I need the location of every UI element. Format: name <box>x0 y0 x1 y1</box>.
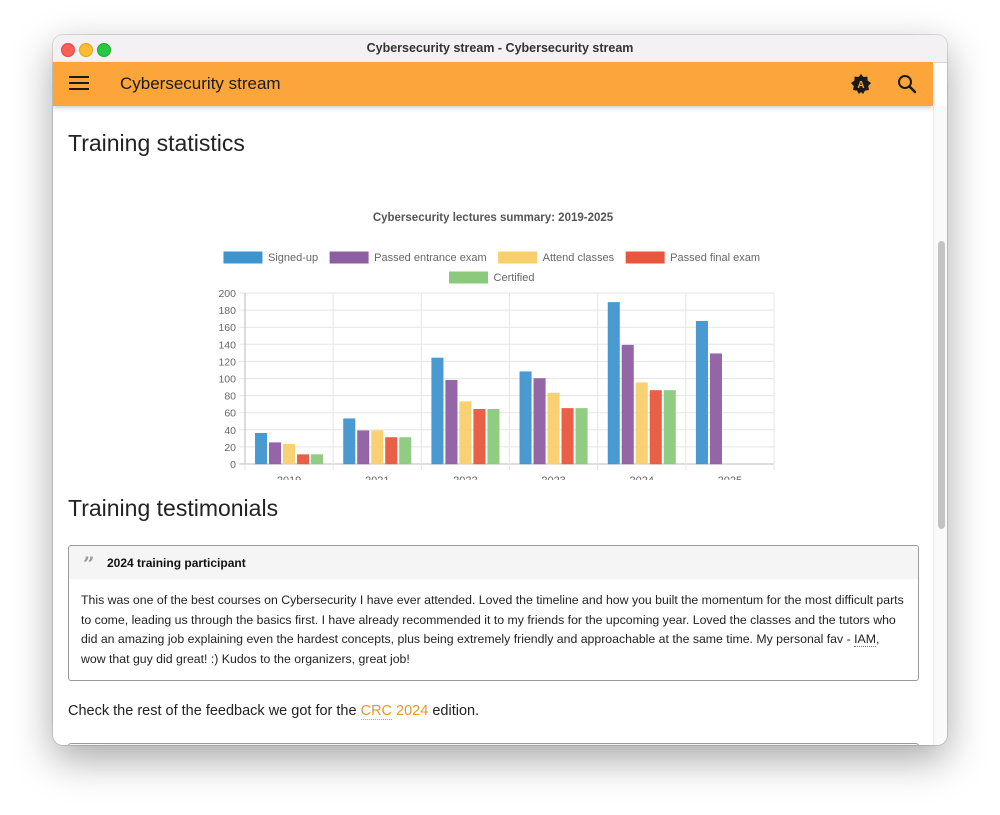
bar <box>269 442 282 465</box>
search-icon[interactable] <box>896 73 918 95</box>
legend-swatch <box>625 251 665 264</box>
iam-abbreviation[interactable]: IAM <box>854 632 876 647</box>
x-tick-label: 2023 <box>541 475 565 480</box>
bar <box>459 401 472 465</box>
x-tick-label: 2021 <box>365 475 389 480</box>
testimonials-heading: Training testimonials <box>68 495 279 521</box>
legend-label: Certified <box>494 272 535 284</box>
bar <box>473 409 486 465</box>
bar <box>357 430 370 465</box>
app-title: Cybersecurity stream <box>120 74 281 93</box>
bar <box>487 409 500 465</box>
bar <box>399 437 412 465</box>
next-testimonial-card <box>68 743 919 745</box>
bar <box>431 357 444 465</box>
x-tick-label: 2025 <box>718 475 742 480</box>
x-tick-label: 2024 <box>630 475 654 480</box>
bar <box>311 454 324 465</box>
y-tick-label: 100 <box>218 374 236 386</box>
bar <box>371 430 384 465</box>
y-tick-label: 140 <box>218 339 236 351</box>
lectures-chart: Cybersecurity lectures summary: 2019-202… <box>203 180 783 487</box>
bar <box>283 444 296 465</box>
testimonial-body: This was one of the best courses on Cybe… <box>69 579 918 669</box>
app-bar: Cybersecurity stream A <box>53 62 933 106</box>
y-tick-label: 180 <box>218 305 236 317</box>
bar <box>547 392 560 465</box>
testimonial-text: This was one of the best courses on Cybe… <box>81 593 904 646</box>
bar <box>255 432 268 465</box>
bar <box>635 382 648 465</box>
feedback-text: Check the rest of the feedback we got fo… <box>68 703 361 719</box>
bar <box>297 454 310 465</box>
page-content: Training statistics Cybersecurity lectur… <box>53 106 933 745</box>
y-tick-label: 40 <box>224 425 236 437</box>
bar <box>649 390 662 465</box>
bar <box>695 320 708 465</box>
testimonial-card: ” 2024 training participant This was one… <box>68 545 919 681</box>
window-titlebar: Cybersecurity stream - Cybersecurity str… <box>53 35 947 63</box>
bar <box>663 390 676 465</box>
bar <box>709 353 722 465</box>
bar <box>575 408 588 465</box>
legend-label: Passed entrance exam <box>374 252 487 264</box>
legend-swatch <box>223 251 263 264</box>
y-tick-label: 20 <box>224 442 236 454</box>
svg-text:A: A <box>857 80 864 91</box>
window-title: Cybersecurity stream - Cybersecurity str… <box>366 41 634 55</box>
year-2024-link[interactable]: 2024 <box>396 703 428 719</box>
legend-label: Passed final exam <box>670 252 760 264</box>
bar <box>621 344 634 465</box>
translate-icon[interactable]: A <box>850 73 872 95</box>
y-tick-label: 120 <box>218 356 236 368</box>
y-tick-label: 80 <box>224 391 236 403</box>
bar <box>607 302 620 465</box>
legend-swatch <box>449 271 489 284</box>
chart-title: Cybersecurity lectures summary: 2019-202… <box>373 212 614 224</box>
bar <box>385 437 398 465</box>
scrollbar-thumb[interactable] <box>938 241 945 529</box>
y-tick-label: 60 <box>224 408 236 420</box>
y-tick-label: 200 <box>218 288 236 300</box>
legend-swatch <box>329 251 369 264</box>
y-tick-label: 0 <box>230 459 236 471</box>
legend-label: Signed-up <box>268 252 318 264</box>
app-window: Cybersecurity stream - Cybersecurity str… <box>53 35 947 745</box>
crc-link[interactable]: CRC <box>360 703 393 720</box>
hamburger-menu-icon[interactable] <box>69 76 89 92</box>
chart-svg: Cybersecurity lectures summary: 2019-202… <box>218 212 775 487</box>
testimonial-header: ” 2024 training participant <box>69 546 918 579</box>
scrollbar[interactable] <box>933 106 947 745</box>
bar <box>533 378 546 465</box>
bar <box>343 418 356 465</box>
bar <box>519 371 532 465</box>
bar <box>445 379 458 465</box>
legend-swatch <box>498 251 538 264</box>
quote-icon: ” <box>83 552 95 576</box>
y-tick-label: 160 <box>218 322 236 334</box>
testimonial-title: 2024 training participant <box>107 556 246 570</box>
stats-heading: Training statistics <box>68 130 245 156</box>
legend-label: Attend classes <box>543 252 615 264</box>
feedback-text-end: edition. <box>428 703 480 719</box>
x-tick-label: 2019 <box>277 475 301 480</box>
x-tick-label: 2022 <box>453 475 477 480</box>
bar <box>561 408 574 465</box>
feedback-paragraph: Check the rest of the feedback we got fo… <box>68 703 480 720</box>
